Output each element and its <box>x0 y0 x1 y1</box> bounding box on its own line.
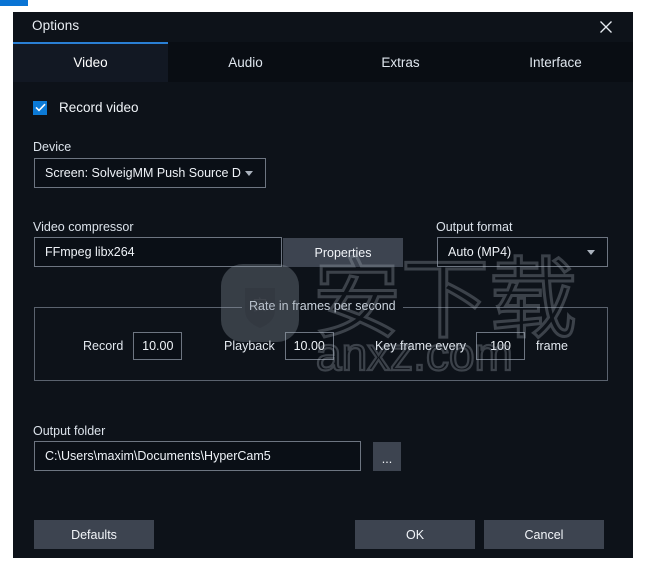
tab-strip: Video Audio Extras Interface <box>13 42 633 82</box>
keyframe-label: Key frame every <box>375 339 467 353</box>
output-format-label: Output format <box>436 220 513 234</box>
output-format-combobox[interactable]: Auto (MP4) <box>437 237 608 267</box>
keyframe-input[interactable]: 100 <box>476 332 526 360</box>
tab-interface[interactable]: Interface <box>478 42 633 82</box>
ok-button[interactable]: OK <box>355 520 475 549</box>
dialog-title: Options <box>32 18 80 33</box>
record-rate-field: Record 10.00 <box>83 332 183 360</box>
tab-extras[interactable]: Extras <box>323 42 478 82</box>
device-label: Device <box>33 140 72 154</box>
tab-video[interactable]: Video <box>13 42 168 82</box>
playback-rate-field: Playback 10.00 <box>224 332 334 360</box>
keyframe-field: Key frame every 100 frame <box>375 332 568 360</box>
video-compressor-value: FFmpeg libx264 <box>45 245 135 259</box>
record-video-label: Record video <box>59 100 139 115</box>
close-button[interactable] <box>587 12 625 42</box>
check-icon <box>34 103 46 112</box>
tab-audio-label: Audio <box>228 54 263 70</box>
chevron-down-icon <box>245 171 253 176</box>
output-folder-input[interactable]: C:\Users\maxim\Documents\HyperCam5 <box>34 441 361 471</box>
rate-group-box: Rate in frames per second Record 10.00 P… <box>34 299 608 381</box>
record-video-checkbox-row[interactable]: Record video <box>33 100 139 115</box>
output-folder-label: Output folder <box>33 424 106 438</box>
device-value: Screen: SolveigMM Push Source D <box>45 166 241 180</box>
close-icon <box>599 20 613 34</box>
background-window-strip <box>0 0 28 6</box>
video-tab-panel: Record video Device Screen: SolveigMM Pu… <box>13 82 633 558</box>
keyframe-suffix: frame <box>536 339 568 353</box>
browse-folder-button[interactable]: ... <box>373 442 401 471</box>
video-compressor-label: Video compressor <box>33 220 134 234</box>
properties-button[interactable]: Properties <box>283 238 403 267</box>
chevron-down-icon <box>587 250 595 255</box>
dialog-title-bar: Options <box>13 12 633 42</box>
cancel-button[interactable]: Cancel <box>484 520 604 549</box>
record-video-checkbox[interactable] <box>33 100 47 115</box>
record-rate-input[interactable]: 10.00 <box>133 332 183 360</box>
tab-interface-label: Interface <box>529 54 582 70</box>
record-rate-label: Record <box>83 339 124 353</box>
tab-extras-label: Extras <box>381 54 420 70</box>
playback-rate-input[interactable]: 10.00 <box>284 332 334 360</box>
playback-rate-label: Playback <box>224 339 275 353</box>
defaults-button[interactable]: Defaults <box>34 520 154 549</box>
options-dialog: Options Video Audio Extras Interface Rec… <box>13 12 633 558</box>
tab-video-label: Video <box>73 54 108 70</box>
output-format-value: Auto (MP4) <box>448 245 512 259</box>
output-folder-value: C:\Users\maxim\Documents\HyperCam5 <box>45 449 271 463</box>
rate-group-legend: Rate in frames per second <box>242 299 403 313</box>
tab-audio[interactable]: Audio <box>168 42 323 82</box>
video-compressor-input[interactable]: FFmpeg libx264 <box>34 237 282 267</box>
device-combobox[interactable]: Screen: SolveigMM Push Source D <box>34 158 266 188</box>
